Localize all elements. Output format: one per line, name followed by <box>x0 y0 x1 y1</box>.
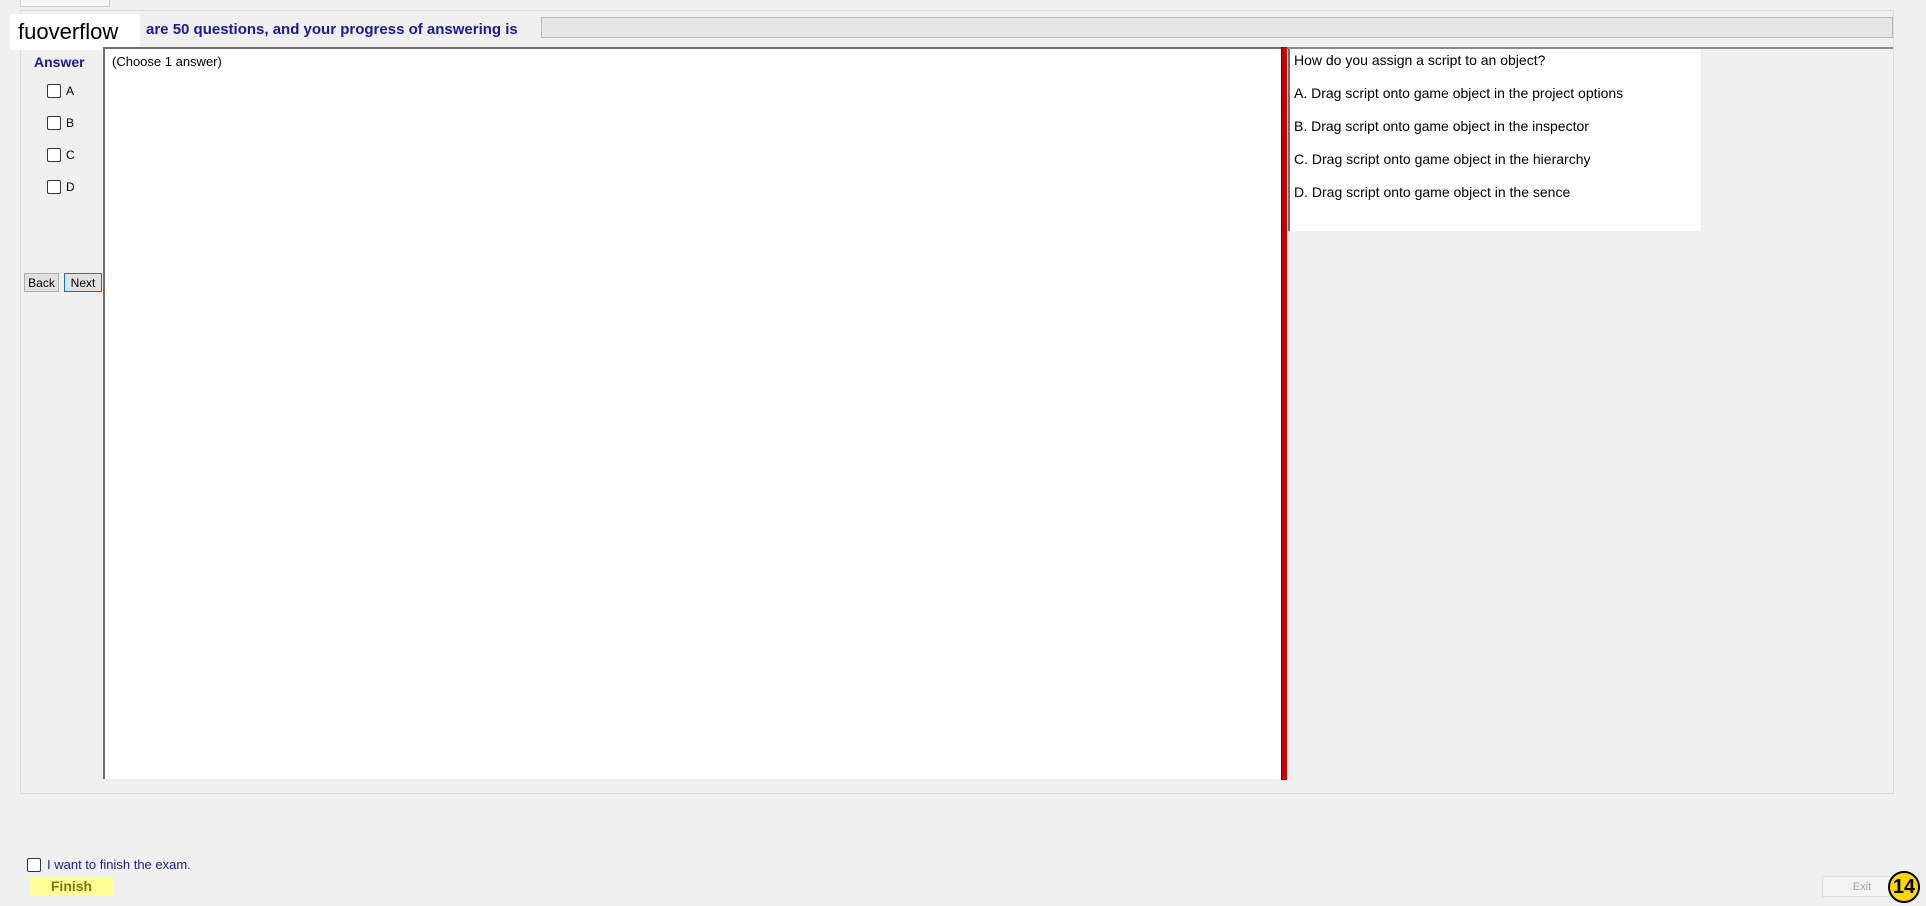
option-label-c: C <box>66 148 75 162</box>
choice-b: B. Drag script onto game object in the i… <box>1294 118 1589 134</box>
option-label-a: A <box>66 84 75 98</box>
question-number-badge: 14 <box>1888 871 1920 903</box>
finish-confirm[interactable]: I want to finish the exam. <box>27 857 191 872</box>
finish-confirm-label: I want to finish the exam. <box>47 857 191 872</box>
finish-button[interactable]: Finish <box>30 877 113 896</box>
next-button[interactable]: Next <box>64 273 102 292</box>
back-button[interactable]: Back <box>24 273 59 292</box>
choice-c: C. Drag script onto game object in the h… <box>1294 151 1591 167</box>
choice-a: A. Drag script onto game object in the p… <box>1294 85 1624 101</box>
answer-progress-bar <box>541 17 1893 38</box>
answer-title: Answer <box>34 54 85 70</box>
question-text: How do you assign a script to an object? <box>1294 52 1546 68</box>
answer-content-area: (Choose 1 answer) <box>103 47 1282 779</box>
window-tab <box>20 0 110 7</box>
checkbox-b[interactable] <box>47 116 61 130</box>
checkbox-a[interactable] <box>47 84 61 98</box>
question-panel: How do you assign a script to an object?… <box>1288 49 1701 231</box>
option-label-b: B <box>66 116 75 130</box>
checkbox-d[interactable] <box>47 180 61 194</box>
choice-d: D. Drag script onto game object in the s… <box>1294 184 1571 200</box>
answer-option-a[interactable]: A <box>47 84 74 98</box>
finish-confirm-checkbox[interactable] <box>27 857 41 872</box>
answer-option-b[interactable]: B <box>47 116 74 130</box>
choose-instruction: (Choose 1 answer) <box>112 54 222 69</box>
option-label-d: D <box>66 180 75 194</box>
checkbox-c[interactable] <box>47 148 61 162</box>
answer-option-d[interactable]: D <box>47 180 75 194</box>
answer-option-c[interactable]: C <box>47 148 75 162</box>
splitter-divider[interactable] <box>1281 47 1287 780</box>
progress-info-text: are 50 questions, and your progress of a… <box>146 21 518 38</box>
brand-logo: fuoverflow <box>10 14 140 50</box>
